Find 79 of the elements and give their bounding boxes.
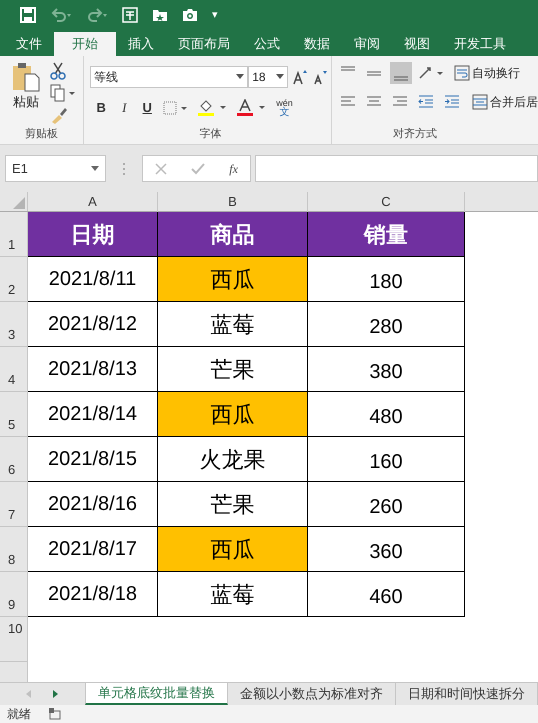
- wrap-text-button[interactable]: 自动换行: [454, 64, 520, 82]
- scissors-icon[interactable]: [50, 62, 66, 80]
- camera-icon[interactable]: [182, 7, 198, 24]
- ribbon-tab[interactable]: 开发工具: [442, 32, 518, 56]
- group-label: 剪贴板: [25, 126, 58, 142]
- name-box[interactable]: E1: [5, 155, 106, 182]
- table-cell: 火龙果: [158, 437, 308, 482]
- table-cell: 芒果: [158, 347, 308, 392]
- header-cell: 销量: [308, 212, 465, 258]
- merge-button[interactable]: 合并后居: [472, 92, 538, 111]
- ribbon-tab[interactable]: 插入: [116, 32, 166, 56]
- row-header[interactable]: 7: [0, 482, 28, 528]
- sheet-tab[interactable]: 单元格底纹批量替换: [85, 683, 228, 705]
- ribbon-tab[interactable]: 公式: [242, 32, 292, 56]
- row-header[interactable]: 6: [0, 437, 28, 482]
- dropdown-icon: [236, 74, 244, 80]
- scroll-right-icon[interactable]: [53, 690, 58, 698]
- row-header[interactable]: 3: [0, 302, 28, 348]
- bold-button[interactable]: B: [94, 98, 108, 118]
- shrink-font-icon[interactable]: [312, 68, 328, 85]
- font-size-field[interactable]: 18: [248, 66, 288, 88]
- header-cell: 日期: [28, 212, 158, 258]
- row-header[interactable]: 9: [0, 572, 28, 618]
- ribbon-tab[interactable]: 审阅: [342, 32, 392, 56]
- header-cell: 商品: [158, 212, 308, 258]
- check-icon[interactable]: [191, 162, 206, 175]
- insert-function-button[interactable]: fx: [229, 160, 238, 178]
- ribbon-tab[interactable]: 数据: [292, 32, 342, 56]
- status-text: 就绪: [7, 706, 31, 723]
- table-cell: 380: [308, 347, 465, 392]
- table-cell: 280: [308, 302, 465, 348]
- paste-button[interactable]: 粘贴: [8, 62, 44, 124]
- merge-icon: [472, 94, 488, 110]
- macro-record-icon[interactable]: [49, 708, 61, 720]
- row-header[interactable]: 4: [0, 347, 28, 392]
- formula-input[interactable]: [255, 155, 538, 182]
- table-cell: 芒果: [158, 482, 308, 528]
- dropdown-icon: [91, 166, 99, 172]
- row-header[interactable]: 5: [0, 392, 28, 438]
- table-cell: 西瓜: [158, 527, 308, 572]
- align-bottom-icon[interactable]: [390, 62, 412, 84]
- italic-button[interactable]: I: [117, 98, 132, 118]
- table-cell: 460: [308, 572, 465, 618]
- brush-icon[interactable]: [50, 106, 68, 124]
- table-cell: 180: [308, 257, 465, 302]
- table-cell: 西瓜: [158, 392, 308, 438]
- customize-menu-button[interactable]: ▾: [212, 6, 218, 24]
- group-label: 字体: [200, 126, 222, 142]
- ribbon-tab[interactable]: 开始: [54, 32, 116, 56]
- group-label: 对齐方式: [393, 126, 437, 142]
- phonetic-button[interactable]: wén 文: [276, 98, 293, 117]
- font-name-field[interactable]: 等线: [90, 66, 248, 88]
- dropdown-icon: [276, 74, 284, 80]
- row-header[interactable]: 10: [0, 617, 28, 662]
- row-header[interactable]: 1: [0, 212, 28, 258]
- table-cell: 蓝莓: [158, 302, 308, 348]
- table-cell: 160: [308, 437, 465, 482]
- font-color-icon[interactable]: [237, 98, 268, 117]
- table-cell: 260: [308, 482, 465, 528]
- save-icon[interactable]: [20, 7, 36, 24]
- ribbon-tab[interactable]: 视图: [392, 32, 442, 56]
- row-header[interactable]: 2: [0, 257, 28, 302]
- table-cell: 360: [308, 527, 465, 572]
- underline-button[interactable]: U: [140, 98, 154, 118]
- table-cell: 西瓜: [158, 257, 308, 302]
- clipboard-icon: [11, 62, 41, 92]
- folder-star-icon[interactable]: [152, 7, 168, 24]
- grip-icon: [122, 162, 126, 176]
- table-cell: 蓝莓: [158, 572, 308, 618]
- form-icon[interactable]: [122, 7, 138, 24]
- ribbon-tab[interactable]: 文件: [4, 32, 54, 56]
- row-header[interactable]: 8: [0, 527, 28, 572]
- table-cell: 480: [308, 392, 465, 438]
- ribbon-tab[interactable]: 页面布局: [166, 32, 242, 56]
- grow-font-icon[interactable]: [292, 68, 308, 85]
- copy-icon[interactable]: [50, 84, 76, 102]
- wrap-icon: [454, 64, 470, 81]
- fill-color-icon[interactable]: [198, 98, 228, 117]
- border-icon[interactable]: [163, 100, 190, 116]
